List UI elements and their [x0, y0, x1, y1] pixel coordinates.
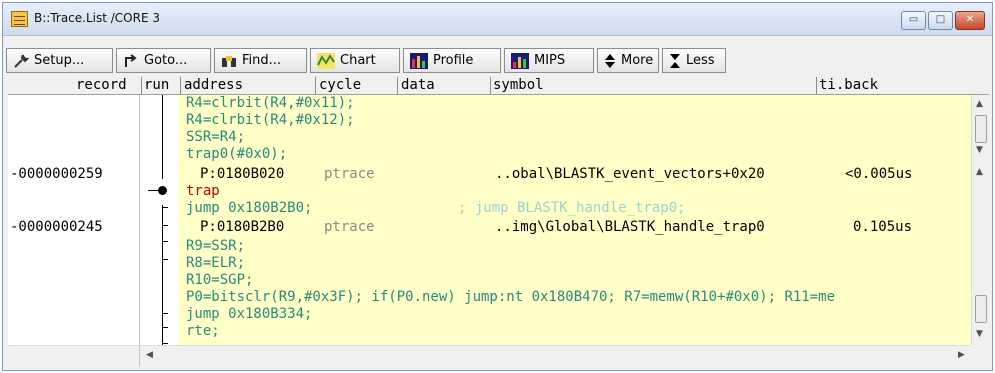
profile-icon: [410, 52, 428, 69]
maximize-button[interactable]: □: [928, 11, 953, 30]
wrench-icon: [14, 54, 29, 68]
scroll-left-arrow-icon[interactable]: ◀: [146, 350, 153, 360]
trace-entry-tiback: <0.005us: [845, 166, 913, 182]
scroll-up-arrow-icon[interactable]: ▲: [976, 99, 983, 109]
scroll-down-arrow-icon[interactable]: ▼: [976, 145, 983, 155]
trace-app-icon: [11, 11, 28, 27]
horizontal-scrollbar[interactable]: ◀ ▶: [140, 345, 971, 366]
resize-grip-icon[interactable]: [971, 345, 989, 366]
column-address[interactable]: address: [184, 76, 243, 94]
setup-button[interactable]: Setup...: [6, 48, 113, 73]
run-column-bg: [140, 95, 178, 345]
trace-line: R4=clrbit(R4,#0x12);: [186, 112, 355, 128]
trace-line: P0=bitsclr(R9,#0x3F); if(P0.new) jump:nt…: [186, 289, 836, 305]
scroll-right-arrow-icon[interactable]: ▶: [958, 350, 965, 360]
trace-line: jump 0x180B2B0;: [186, 200, 313, 216]
mips-button[interactable]: MIPS: [504, 48, 594, 73]
collapse-arrows-icon: [670, 53, 680, 68]
trace-line: R10=SGP;: [186, 272, 254, 288]
profile-button[interactable]: Profile: [403, 48, 501, 73]
trace-line: rte;: [186, 323, 220, 339]
trace-line: R8=ELR;: [186, 255, 246, 271]
find-button[interactable]: Find...: [214, 48, 307, 73]
record-scroll-area: [8, 345, 140, 366]
column-tiback[interactable]: ti.back: [819, 76, 878, 94]
less-button[interactable]: Less: [662, 48, 726, 73]
column-symbol[interactable]: symbol: [493, 76, 544, 94]
minimize-button[interactable]: ▭: [901, 11, 926, 30]
column-header: record run address cycle data symbol ti.…: [8, 76, 989, 95]
mips-label: MIPS: [534, 53, 566, 68]
find-label: Find...: [242, 53, 282, 68]
trace-line: jump 0x180B334;: [186, 306, 313, 322]
trace-line: R4=clrbit(R4,#0x11);: [186, 95, 355, 111]
trace-comment: ; jump BLASTK_handle_trap0;: [458, 200, 686, 216]
trace-entry-tiback: 0.105us: [853, 219, 913, 235]
setup-label: Setup...: [34, 53, 85, 68]
record-number: -0000000245: [10, 219, 103, 235]
trace-entry-address: P:0180B2B0: [200, 219, 285, 235]
toolbar: Setup... Goto... Find... Chart Profile M…: [3, 37, 992, 75]
more-label: More: [621, 53, 654, 68]
trace-entry-cycle: ptrace: [324, 166, 375, 182]
trace-line: R9=SSR;: [186, 238, 246, 254]
trace-list-content[interactable]: R4=clrbit(R4,#0x11); R4=clrbit(R4,#0x12)…: [8, 95, 971, 345]
window-title: B::Trace.List /CORE 3: [34, 11, 160, 25]
trace-list-window: B::Trace.List /CORE 3 ▭ □ ✕ Setup... Got…: [2, 2, 993, 371]
up-down-arrows-icon: [605, 53, 615, 68]
chart-button[interactable]: Chart: [310, 48, 400, 73]
profile-label: Profile: [433, 53, 474, 68]
chart-label: Chart: [340, 53, 376, 68]
column-data[interactable]: data: [401, 76, 435, 94]
mips-icon: [511, 52, 529, 69]
trace-entry-address: P:0180B020: [200, 166, 285, 182]
trace-line: SSR=R4;: [186, 129, 246, 145]
scroll-thumb-lower[interactable]: [975, 295, 987, 323]
trap-event: trap: [186, 183, 220, 199]
scroll-up-arrow-icon[interactable]: ▲: [976, 167, 983, 177]
column-cycle[interactable]: cycle: [319, 76, 361, 94]
goto-arrow-icon: [125, 53, 137, 67]
title-bar[interactable]: B::Trace.List /CORE 3 ▭ □ ✕: [3, 3, 992, 36]
close-button[interactable]: ✕: [955, 11, 985, 30]
column-record[interactable]: record: [76, 76, 127, 94]
binoculars-icon: [222, 55, 236, 67]
scroll-down-arrow-icon[interactable]: ▼: [976, 329, 983, 339]
scroll-thumb-upper[interactable]: [975, 115, 987, 143]
goto-button[interactable]: Goto...: [116, 48, 211, 73]
trace-line: trap0(#0x0);: [186, 146, 288, 162]
trace-entry-cycle: ptrace: [324, 219, 375, 235]
record-number: -0000000259: [10, 166, 103, 182]
trace-entry-symbol: ..img\Global\BLASTK_handle_trap0: [495, 219, 765, 235]
chart-icon: [317, 52, 335, 69]
column-run[interactable]: run: [144, 76, 169, 94]
trace-entry-symbol: ..obal\BLASTK_event_vectors+0x20: [495, 166, 765, 182]
goto-label: Goto...: [144, 53, 188, 68]
more-button[interactable]: More: [597, 48, 659, 73]
vertical-scrollbar[interactable]: ▲ ▼ ▲ ▼: [971, 95, 989, 345]
less-label: Less: [686, 53, 715, 68]
